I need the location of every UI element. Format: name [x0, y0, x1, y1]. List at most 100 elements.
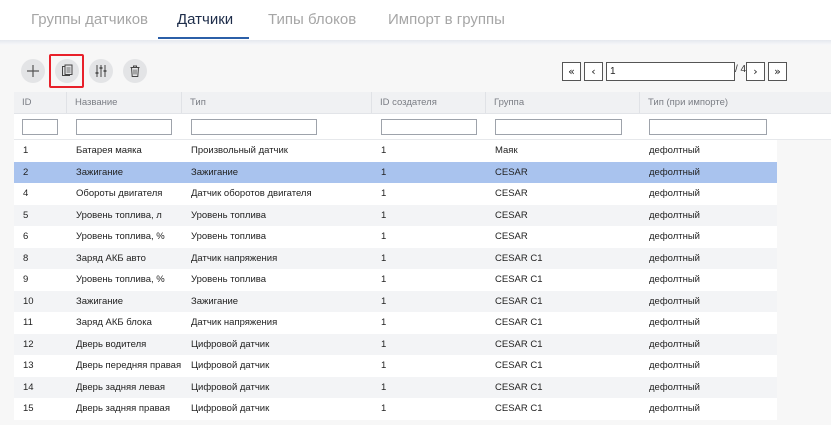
cell-type: Датчик оборотов двигателя — [191, 188, 312, 199]
cell-group: CESAR C1 — [495, 381, 543, 393]
cell-name: Батарея маяка — [76, 145, 142, 156]
tab-bar: Группы датчиков Датчики Типы блоков Импо… — [0, 0, 831, 40]
tab-block-types[interactable]: Типы блоков — [268, 11, 356, 28]
cell-type: Уровень топлива — [191, 209, 266, 221]
cell-import-type: дефолтный — [649, 381, 700, 393]
next-page-button[interactable]: › — [746, 62, 765, 81]
cell-import-type: дефолтный — [649, 145, 700, 156]
table-row[interactable]: 12 Дверь водителя Цифровой датчик 1 CESAR C1… — [14, 333, 777, 355]
table-row[interactable]: 13 Дверь передняя правая Цифровой датчик 1 C… — [14, 355, 777, 377]
cell-group: CESAR C1 — [495, 295, 543, 307]
cell-import-type: дефолтный — [649, 295, 700, 307]
cell-id: 11 — [23, 317, 33, 328]
last-page-button[interactable]: » — [768, 62, 787, 81]
cell-id: 8 — [23, 252, 29, 264]
cell-name: Уровень топлива, % — [76, 231, 165, 242]
cell-type: Датчик напряжения — [191, 252, 278, 264]
cell-name: Дверь задняя правая — [76, 403, 170, 414]
page-total: / 4 — [735, 64, 747, 75]
cell-creator-id: 1 — [381, 274, 387, 285]
filter-name-input[interactable] — [76, 119, 172, 135]
cell-type: Произвольный датчик — [191, 145, 288, 156]
plus-icon — [27, 65, 39, 77]
cell-name: Заряд АКБ авто — [76, 252, 146, 264]
column-header-type[interactable]: Тип — [181, 92, 371, 113]
cell-group: CESAR C1 — [495, 252, 543, 264]
cell-creator-id: 1 — [381, 403, 387, 414]
cell-type: Цифровой датчик — [191, 403, 270, 414]
column-header-group[interactable]: Группа — [485, 92, 639, 113]
table-row[interactable]: 6 Уровень топлива, % Уровень топлива 1 CESAR… — [14, 226, 777, 248]
cell-import-type: дефолтный — [649, 209, 700, 221]
cell-group: CESAR C1 — [495, 360, 543, 371]
cell-creator-id: 1 — [381, 317, 387, 328]
first-page-button[interactable]: « — [562, 62, 581, 81]
cell-type: Цифровой датчик — [191, 360, 270, 371]
cell-import-type: дефолтный — [649, 360, 700, 371]
cell-group: CESAR C1 — [495, 317, 543, 328]
table-row[interactable]: 15 Дверь задняя правая Цифровой датчик 1 CES… — [14, 398, 777, 420]
cell-type: Цифровой датчик — [191, 338, 270, 350]
cell-name: Уровень топлива, л — [76, 209, 162, 221]
add-button[interactable] — [21, 59, 45, 83]
tab-sensors[interactable]: Датчики — [177, 11, 233, 28]
sensor-table-body: 1 Батарея маяка Произвольный датчик 1 Маяк де… — [14, 140, 777, 420]
cell-id: 5 — [23, 209, 29, 221]
cell-name: Заряд АКБ блока — [76, 317, 152, 328]
cell-type: Уровень топлива — [191, 274, 266, 285]
cell-import-type: дефолтный — [649, 338, 700, 350]
cell-name: Уровень топлива, % — [76, 274, 165, 285]
cell-id: 13 — [23, 360, 34, 371]
cell-id: 1 — [23, 145, 29, 156]
column-header-name[interactable]: Название — [66, 92, 181, 113]
table-row[interactable]: 14 Дверь задняя левая Цифровой датчик 1 CESA… — [14, 376, 777, 398]
filter-creator-input[interactable] — [381, 119, 477, 135]
table-row[interactable]: 9 Уровень топлива, % Уровень топлива 1 CESAR… — [14, 269, 777, 291]
cell-id: 2 — [23, 166, 29, 178]
tab-import-groups[interactable]: Импорт в группы — [388, 11, 505, 28]
filter-import-type-input[interactable] — [649, 119, 767, 135]
copy-button[interactable] — [55, 59, 79, 83]
filter-id-input[interactable] — [22, 119, 58, 135]
table-row[interactable]: 8 Заряд АКБ авто Датчик напряжения 1 CESAR C… — [14, 247, 777, 269]
filter-type-input[interactable] — [191, 119, 317, 135]
table-row[interactable]: 10 Зажигание Зажигание 1 CESAR C1 дефолтный — [14, 290, 777, 312]
cell-type: Датчик напряжения — [191, 317, 278, 328]
cell-id: 4 — [23, 188, 29, 199]
cell-creator-id: 1 — [381, 338, 387, 350]
table-row[interactable]: 4 Обороты двигателя Датчик оборотов двигат… — [14, 183, 777, 205]
cell-creator-id: 1 — [381, 295, 387, 307]
cell-id: 15 — [23, 403, 34, 414]
column-header-import-type[interactable]: Тип (при импорте) — [639, 92, 831, 113]
cell-group: CESAR C1 — [495, 274, 543, 285]
page-number-input[interactable] — [606, 62, 735, 81]
table-row[interactable]: 1 Батарея маяка Произвольный датчик 1 Маяк де… — [14, 140, 777, 162]
cell-import-type: дефолтный — [649, 317, 700, 328]
filter-row — [14, 114, 831, 140]
cell-group: Маяк — [495, 145, 518, 156]
cell-name: Дверь водителя — [76, 338, 147, 350]
cell-id: 12 — [23, 338, 34, 350]
cell-creator-id: 1 — [381, 381, 387, 393]
cell-name: Дверь передняя правая — [76, 360, 182, 371]
column-header-creator-id[interactable]: ID создателя — [371, 92, 485, 113]
cell-type: Зажигание — [191, 295, 239, 307]
prev-page-button[interactable]: ‹ — [584, 62, 603, 81]
table-row[interactable]: 5 Уровень топлива, л Уровень топлива 1 CESAR… — [14, 204, 777, 226]
cell-import-type: дефолтный — [649, 231, 700, 242]
settings-button[interactable] — [89, 59, 113, 83]
delete-button[interactable] — [123, 59, 147, 83]
trash-icon — [130, 65, 140, 77]
filter-group-input[interactable] — [495, 119, 622, 135]
table-row[interactable]: 2 Зажигание Зажигание 1 CESAR дефолтный — [14, 161, 777, 183]
column-header-id[interactable]: ID — [14, 92, 66, 113]
cell-id: 14 — [23, 381, 34, 393]
cell-creator-id: 1 — [381, 360, 387, 371]
cell-creator-id: 1 — [381, 252, 387, 264]
cell-group: CESAR C1 — [495, 403, 543, 414]
tab-sensor-groups[interactable]: Группы датчиков — [31, 11, 148, 28]
cell-type: Зажигание — [191, 166, 239, 178]
cell-id: 10 — [23, 295, 34, 307]
cell-creator-id: 1 — [381, 209, 387, 221]
table-row[interactable]: 11 Заряд АКБ блока Датчик напряжения 1 CESAR… — [14, 312, 777, 334]
